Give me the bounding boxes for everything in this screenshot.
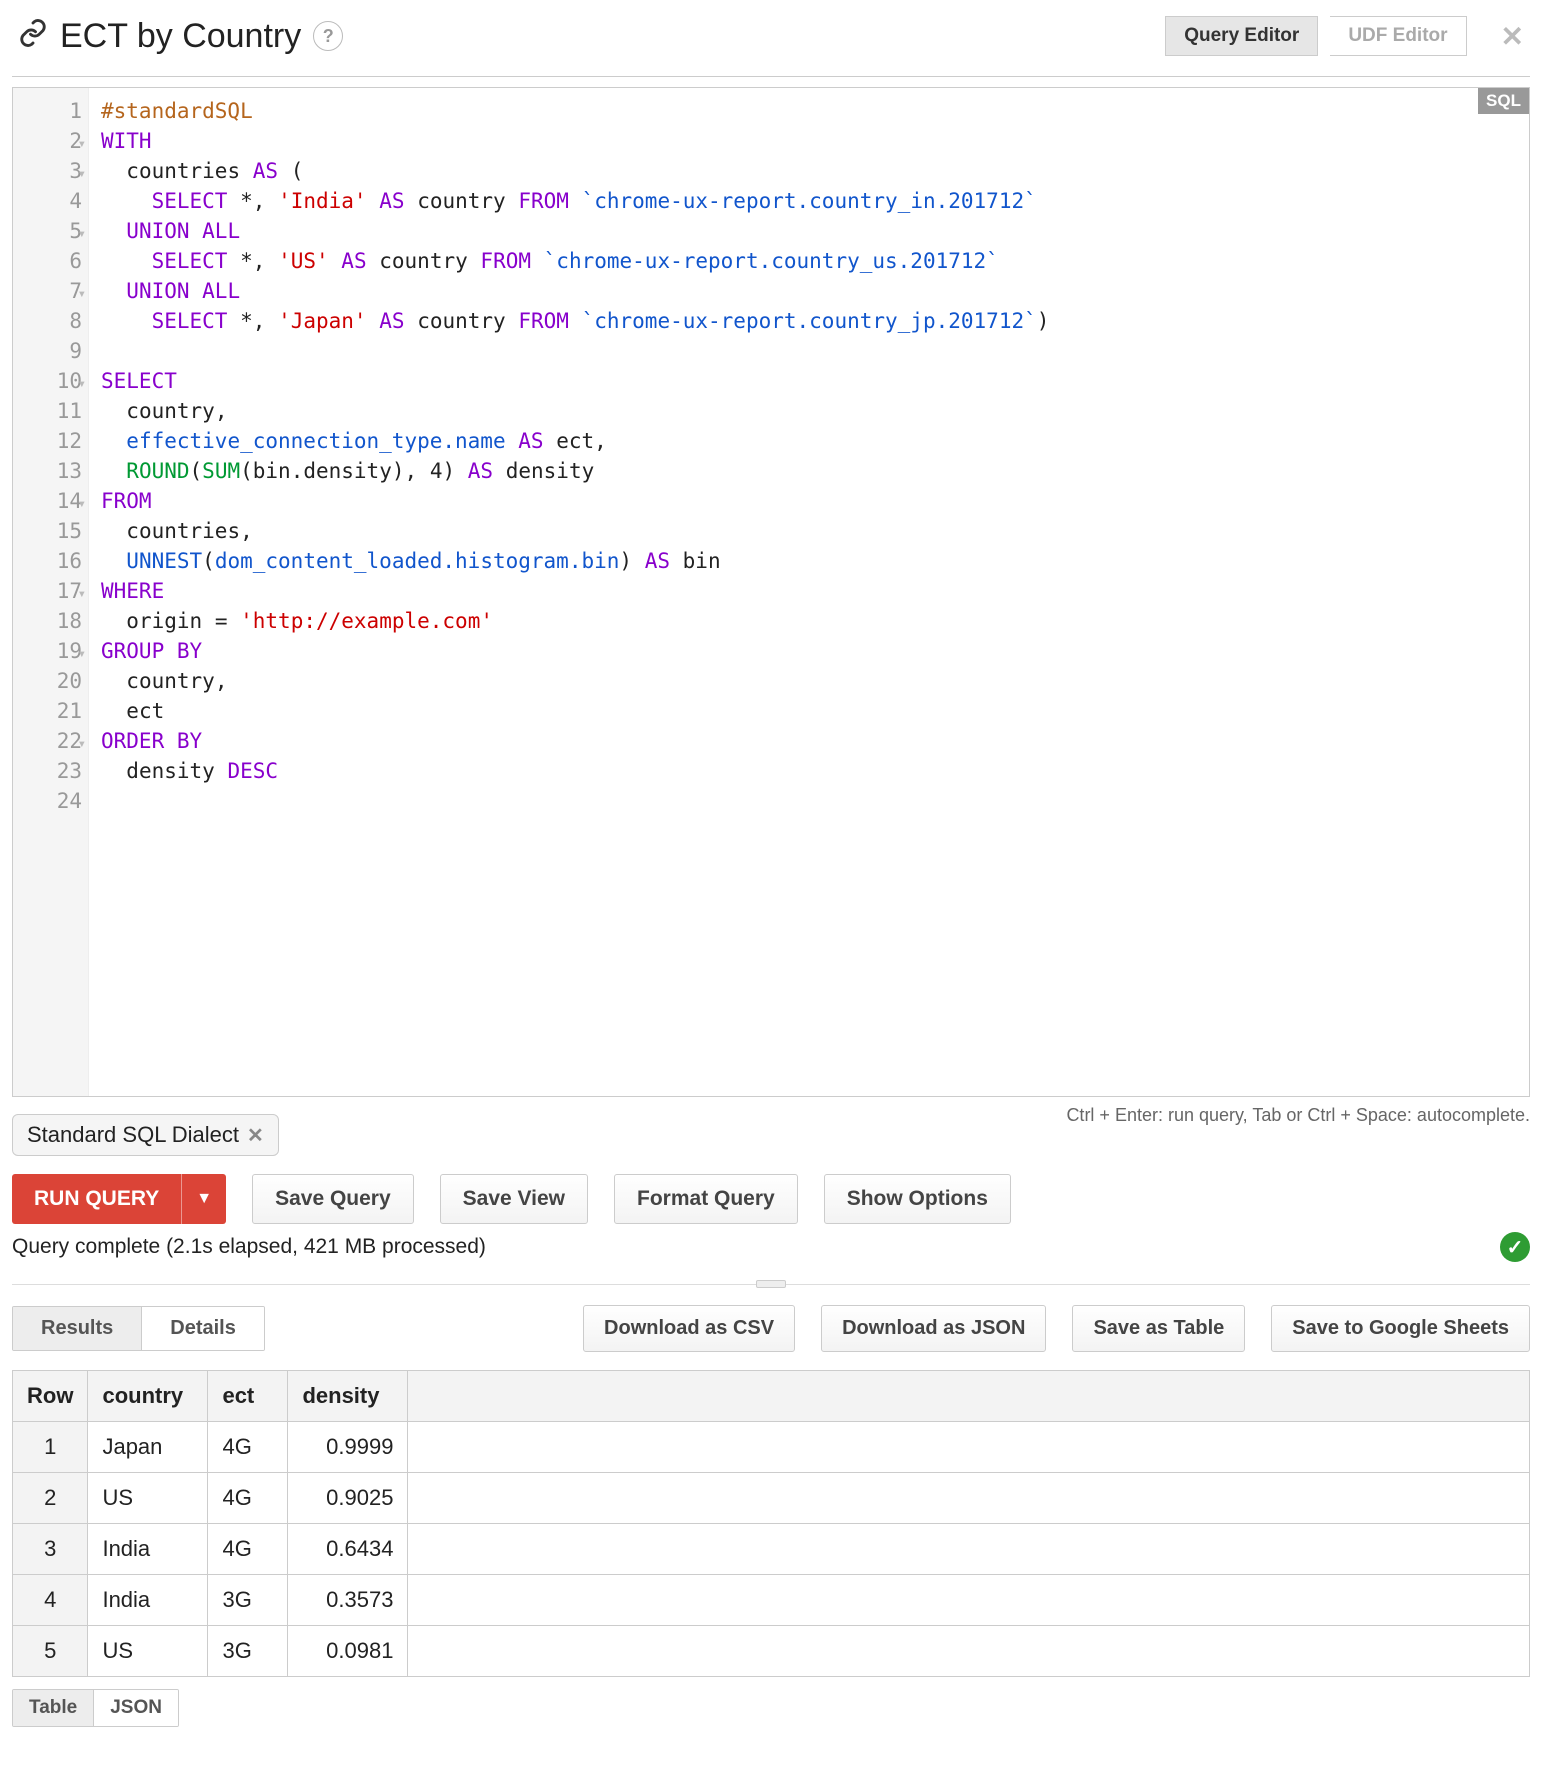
table-row: 1Japan4G0.9999 — [13, 1422, 1530, 1473]
header: ECT by Country ? Query Editor UDF Editor… — [12, 0, 1530, 77]
fold-icon: ▾ — [78, 279, 86, 309]
results-bar: Results Details Download as CSV Download… — [12, 1305, 1530, 1352]
status-ok-icon: ✓ — [1500, 1232, 1530, 1262]
chevron-down-icon: ▼ — [196, 1190, 212, 1207]
col-ect: ect — [208, 1371, 288, 1422]
output-tab-table[interactable]: Table — [13, 1690, 93, 1726]
col-density: density — [288, 1371, 408, 1422]
fold-icon: ▾ — [78, 579, 86, 609]
link-icon — [18, 18, 48, 55]
gutter: 1 2▾ 3▾ 4 5▾ 6 7▾ 8 9 10▾ 11 12 13 14▾ 1… — [13, 88, 89, 1096]
table-row: 5US3G0.0981 — [13, 1626, 1530, 1677]
save-view-button[interactable]: Save View — [440, 1174, 588, 1224]
toolbar: RUN QUERY ▼ Save Query Save View Format … — [12, 1174, 1530, 1224]
fold-icon: ▾ — [78, 129, 86, 159]
output-tab-json[interactable]: JSON — [93, 1690, 178, 1726]
save-as-table-button[interactable]: Save as Table — [1072, 1305, 1245, 1352]
tab-results[interactable]: Results — [13, 1307, 141, 1350]
fold-icon: ▾ — [78, 369, 86, 399]
download-json-button[interactable]: Download as JSON — [821, 1305, 1046, 1352]
run-query-main[interactable]: RUN QUERY — [12, 1174, 181, 1224]
col-row: Row — [13, 1371, 88, 1422]
status-line: Query complete (2.1s elapsed, 421 MB pro… — [12, 1232, 1530, 1262]
table-row: 3India4G0.6434 — [13, 1524, 1530, 1575]
output-format-tabs: Table JSON — [12, 1689, 179, 1727]
download-csv-button[interactable]: Download as CSV — [583, 1305, 795, 1352]
save-query-button[interactable]: Save Query — [252, 1174, 414, 1224]
table-row: 4India3G0.3573 — [13, 1575, 1530, 1626]
show-options-button[interactable]: Show Options — [824, 1174, 1011, 1224]
dialect-chip-label: Standard SQL Dialect — [27, 1122, 239, 1148]
fold-icon: ▾ — [78, 729, 86, 759]
col-blank — [408, 1371, 1530, 1422]
table-row: 2US4G0.9025 — [13, 1473, 1530, 1524]
status-text: Query complete (2.1s elapsed, 421 MB pro… — [12, 1235, 486, 1259]
close-icon[interactable]: ✕ — [1501, 20, 1524, 53]
sql-badge: SQL — [1478, 88, 1529, 114]
dialect-chip[interactable]: Standard SQL Dialect ✕ — [12, 1114, 279, 1156]
fold-icon: ▾ — [78, 159, 86, 189]
grip-icon — [756, 1280, 786, 1288]
format-query-button[interactable]: Format Query — [614, 1174, 798, 1224]
fold-icon: ▾ — [78, 639, 86, 669]
table-header-row: Row country ect density — [13, 1371, 1530, 1422]
code-area[interactable]: #standardSQL WITH countries AS ( SELECT … — [89, 88, 1529, 1096]
run-query-button[interactable]: RUN QUERY ▼ — [12, 1174, 226, 1224]
col-country: country — [88, 1371, 208, 1422]
tab-details[interactable]: Details — [141, 1307, 264, 1350]
run-query-caret[interactable]: ▼ — [181, 1174, 226, 1224]
tab-udf-editor[interactable]: UDF Editor — [1330, 16, 1466, 56]
help-button[interactable]: ? — [313, 21, 343, 51]
splitter[interactable] — [12, 1284, 1530, 1285]
sql-editor[interactable]: SQL 1 2▾ 3▾ 4 5▾ 6 7▾ 8 9 10▾ 11 12 13 1… — [12, 87, 1530, 1097]
fold-icon: ▾ — [78, 489, 86, 519]
tab-query-editor[interactable]: Query Editor — [1165, 16, 1318, 56]
save-to-sheets-button[interactable]: Save to Google Sheets — [1271, 1305, 1530, 1352]
fold-icon: ▾ — [78, 219, 86, 249]
page-title: ECT by Country — [60, 17, 301, 56]
results-table: Row country ect density 1Japan4G0.9999 2… — [12, 1370, 1530, 1677]
chip-close-icon[interactable]: ✕ — [247, 1123, 264, 1148]
